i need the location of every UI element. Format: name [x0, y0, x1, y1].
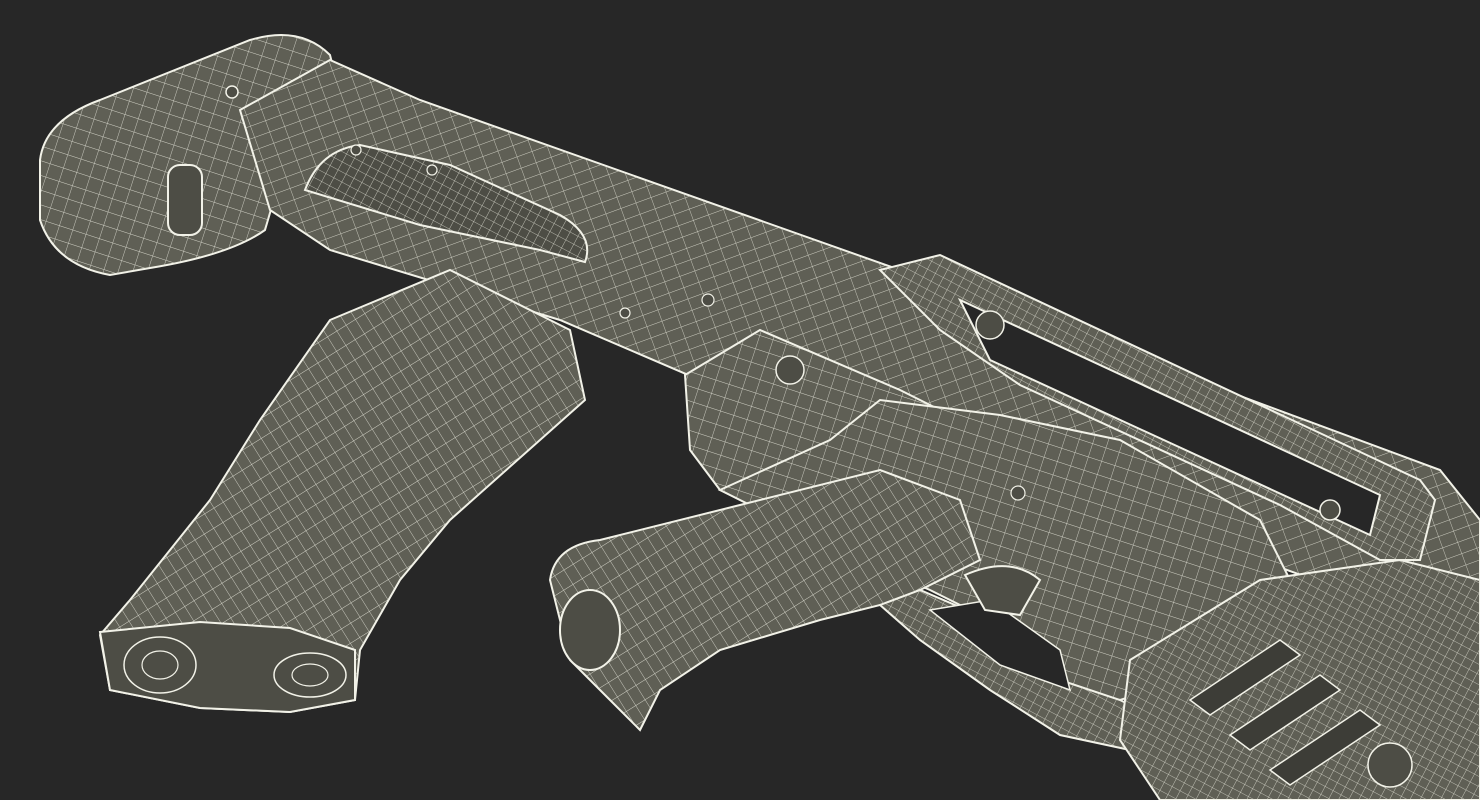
handle-bolt — [975, 310, 1005, 340]
wireframe-rifle-render — [0, 0, 1480, 800]
stock-screw — [225, 85, 239, 99]
sling-slot — [167, 164, 203, 236]
grip-cap — [559, 589, 621, 671]
handle-bolt-rear — [1319, 499, 1341, 521]
takedown-pin — [775, 355, 805, 385]
handguard-screw — [1367, 742, 1413, 788]
